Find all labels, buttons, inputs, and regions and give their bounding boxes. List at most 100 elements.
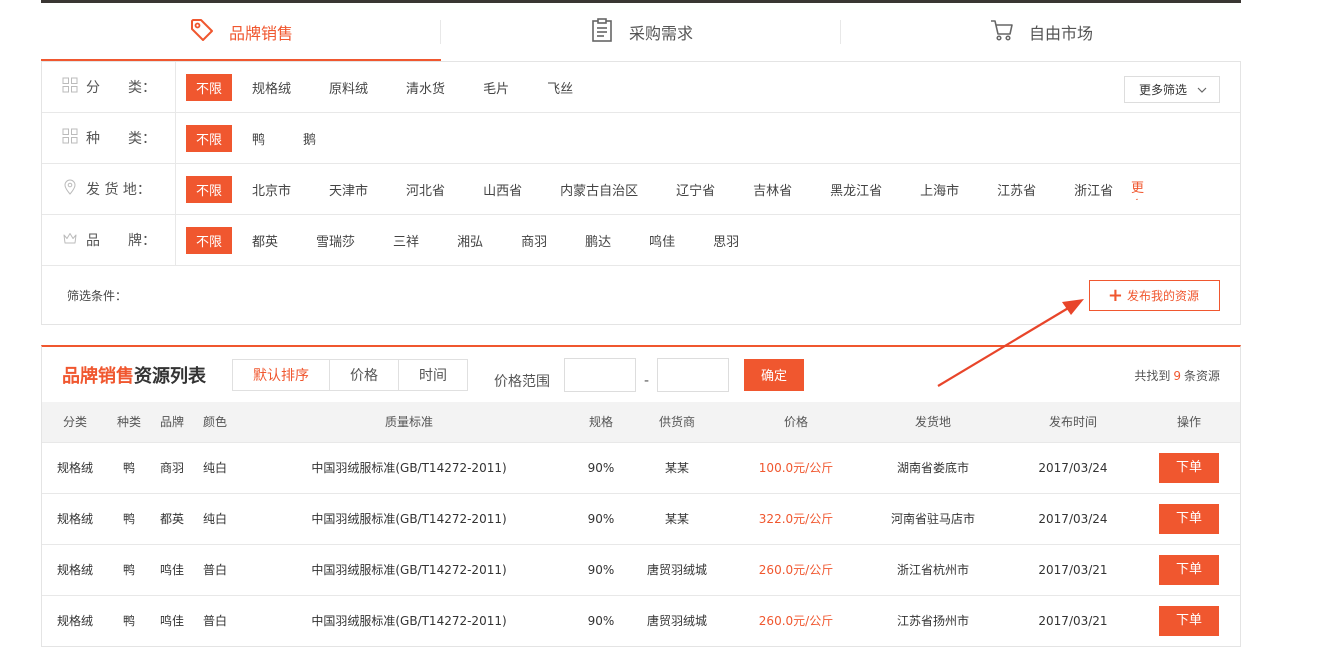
resource-list: 品牌销售资源列表 默认排序 价格 时间 价格范围 - 确定 共找到9条资源 <box>41 345 1241 647</box>
filter-option[interactable]: 不限 <box>186 124 233 152</box>
column-header: 颜色 <box>202 415 227 430</box>
action-cell: 下单 <box>1138 442 1240 493</box>
table-cell: 都英 <box>159 512 184 526</box>
found-prefix: 共找到 <box>1134 369 1171 383</box>
table-row: 规格绒 鸭 商羽 纯白 中国羽绒服标准(GB/T14272-2011) 90% 某某 100.… <box>42 442 1240 493</box>
filter-option[interactable]: 内蒙古自治区 <box>560 180 638 199</box>
filter-option[interactable]: 三祥 <box>393 231 419 250</box>
table-cell: 江苏省扬州市 <box>896 614 969 629</box>
column-header: 供货商 <box>658 415 695 430</box>
resource-table: 分类 种类 品牌 颜色 质量标准 规格 供货商 价格 发货地 发布时间 操作 规格绒鸭商羽 纯白 中国羽… <box>42 402 1240 646</box>
filter-option[interactable]: 鸣佳 <box>649 231 675 250</box>
tab-purchase-demand[interactable]: 采购需求 <box>441 3 841 61</box>
table-cell: 90% <box>587 460 615 475</box>
filter-option[interactable]: 鸭 <box>252 129 265 148</box>
tab-divider <box>840 20 841 44</box>
filter-option[interactable]: 鹏达 <box>585 231 611 250</box>
filter-option[interactable]: 湘弘 <box>457 231 483 250</box>
order-button[interactable]: 下单 <box>1159 503 1219 534</box>
cart-icon <box>989 17 1015 47</box>
filter-row-brand: 品 牌： 不限 都英 雪瑞莎 三祥 湘弘 商羽 鹏达 鸣佳 思羽 <box>42 215 1240 266</box>
more-filter-button[interactable]: 更多筛选 <box>1123 76 1220 103</box>
table-cell: 普白 <box>202 614 227 629</box>
tab-brand-sales[interactable]: 品牌销售 <box>41 3 441 61</box>
filter-label: 分 类： <box>42 62 176 112</box>
filter-option[interactable]: 北京市 <box>252 180 291 199</box>
filter-option[interactable]: 鹅 <box>303 129 316 148</box>
result-count: 共找到 9 条资源 <box>1134 367 1220 384</box>
table-cell: 鸭 <box>122 512 135 526</box>
table-cell: 中国羽绒服标准(GB/T14272-2011) <box>311 512 507 526</box>
table-cell: 鸭 <box>122 614 135 629</box>
filter-option[interactable]: 不限 <box>186 175 233 203</box>
filter-options: 不限 都英 雪瑞莎 三祥 湘弘 商羽 鹏达 鸣佳 思羽 <box>176 215 1240 265</box>
table-cell: 2017/03/21 <box>1038 562 1108 577</box>
column-header: 价格 <box>783 415 808 430</box>
column-header: 分类 <box>62 415 87 430</box>
table-cell: 2017/03/21 <box>1038 613 1108 628</box>
tab-free-market[interactable]: 自由市场 <box>841 3 1241 61</box>
table-cell: 鸣佳 <box>159 614 184 629</box>
filter-option[interactable]: 上海市 <box>920 180 959 199</box>
filter-option[interactable]: 不限 <box>186 226 233 254</box>
table-row: 规格绒 鸭 鸣佳 普白 中国羽绒服标准(GB/T14272-2011) 90% 唐贸羽绒城 2… <box>42 544 1240 595</box>
column-header: 操作 <box>1176 415 1201 430</box>
table-cell: 中国羽绒服标准(GB/T14272-2011) <box>311 461 507 475</box>
found-suffix: 条资源 <box>1183 369 1220 383</box>
filter-option[interactable]: 吉林省 <box>753 180 792 199</box>
table-cell: 100.0元/公斤 <box>758 461 834 475</box>
table-cell: 唐贸羽绒城 <box>646 563 707 577</box>
plus-icon: + <box>1107 284 1123 306</box>
confirm-button[interactable]: 确定 <box>744 358 805 391</box>
table-cell: 纯白 <box>202 512 227 526</box>
table-cell: 纯白 <box>202 461 227 475</box>
table-cell: 普白 <box>202 563 227 577</box>
sort-default[interactable]: 默认排序 <box>233 359 330 390</box>
price-max-input[interactable] <box>657 357 730 392</box>
filter-option[interactable]: 商羽 <box>521 231 547 250</box>
filter-option[interactable]: 辽宁省 <box>676 180 715 199</box>
table-cell: 90% <box>587 562 615 577</box>
filter-option[interactable]: 江苏省 <box>997 180 1036 199</box>
sort-group: 默认排序 价格 时间 <box>232 358 468 391</box>
range-dash: - <box>644 372 650 389</box>
sort-price[interactable]: 价格 <box>330 359 399 390</box>
filter-option[interactable]: 原料绒 <box>329 78 368 97</box>
filter-conditions-row: 筛选条件： + 发布我的资源 <box>42 266 1240 324</box>
price-range: 价格范围 - 确定 <box>494 357 805 392</box>
table-cell: 90% <box>587 613 615 628</box>
filter-option[interactable]: 毛片 <box>483 78 509 97</box>
filter-option[interactable]: 天津市 <box>329 180 368 199</box>
filter-option[interactable]: 雪瑞莎 <box>316 231 355 250</box>
sort-time[interactable]: 时间 <box>399 360 467 390</box>
list-title-rest: 资源列表 <box>134 365 206 387</box>
filter-option[interactable]: 不限 <box>186 73 233 101</box>
list-title: 品牌销售资源列表 <box>62 362 206 388</box>
filter-option[interactable]: 浙江省 <box>1074 180 1113 199</box>
filter-option[interactable]: 河北省 <box>406 180 445 199</box>
table-cell: 规格绒 <box>56 563 93 577</box>
tab-divider <box>440 20 441 44</box>
table-cell: 湖南省娄底市 <box>896 461 969 475</box>
table-row: 规格绒 鸭 都英 纯白 中国羽绒服标准(GB/T14272-2011) 90% 某某 322.… <box>42 493 1240 544</box>
filter-label: 发 货 地： <box>42 164 176 214</box>
filter-option[interactable]: 飞丝 <box>547 78 573 97</box>
filter-panel: 分 类： 不限 规格绒 原料绒 清水货 毛片 飞丝 更多筛选 种 类： 不限 鸭… <box>41 61 1241 325</box>
action-cell: 下单 <box>1138 493 1240 544</box>
table-cell: 某某 <box>664 512 689 526</box>
publish-label: 发布我的资源 <box>1126 289 1199 303</box>
price-min-input[interactable] <box>564 357 636 392</box>
more-origins-link[interactable]: 更多 <box>1131 180 1144 200</box>
order-button[interactable]: 下单 <box>1159 554 1219 585</box>
order-button[interactable]: 下单 <box>1159 605 1219 636</box>
filter-option[interactable]: 都英 <box>252 231 278 250</box>
filter-option[interactable]: 清水货 <box>406 78 445 97</box>
filter-conditions-label: 筛选条件： <box>67 288 128 303</box>
column-header: 种类 <box>116 415 141 430</box>
filter-option[interactable]: 规格绒 <box>252 78 291 97</box>
order-button[interactable]: 下单 <box>1159 452 1219 483</box>
publish-resource-button[interactable]: + 发布我的资源 <box>1088 280 1220 311</box>
filter-option[interactable]: 思羽 <box>713 231 739 250</box>
filter-option[interactable]: 山西省 <box>483 180 522 199</box>
filter-option[interactable]: 黑龙江省 <box>830 180 882 199</box>
